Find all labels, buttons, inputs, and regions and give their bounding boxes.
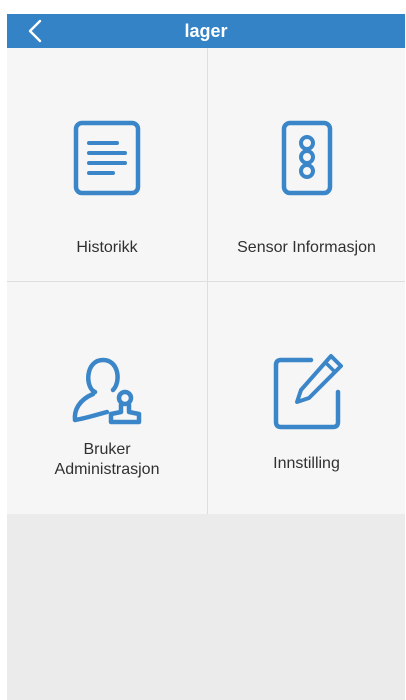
menu-item-bruker-administrasjon[interactable]: Bruker Administrasjon — [7, 282, 208, 514]
document-lines-icon — [73, 120, 141, 196]
menu-item-label: Bruker Administrasjon — [54, 441, 160, 478]
page-title: lager — [184, 21, 228, 41]
menu-item-label: Innstilling — [273, 455, 340, 472]
menu-item-sensor-informasjon[interactable]: Sensor Informasjon — [208, 48, 405, 282]
menu-item-label: Historikk — [76, 239, 138, 256]
edit-pencil-icon — [273, 354, 343, 430]
top-bar: lager — [7, 14, 405, 48]
menu-item-historikk[interactable]: Historikk — [7, 48, 208, 282]
app-screen: lager Historikk Sensor Informasjon Bruke… — [7, 14, 405, 700]
menu-grid: Historikk Sensor Informasjon Bruker Admi… — [7, 48, 405, 514]
menu-item-label: Sensor Informasjon — [237, 239, 376, 256]
menu-item-innstilling[interactable]: Innstilling — [208, 282, 405, 514]
user-stamp-icon — [72, 357, 142, 425]
sensor-dots-icon — [281, 120, 332, 196]
